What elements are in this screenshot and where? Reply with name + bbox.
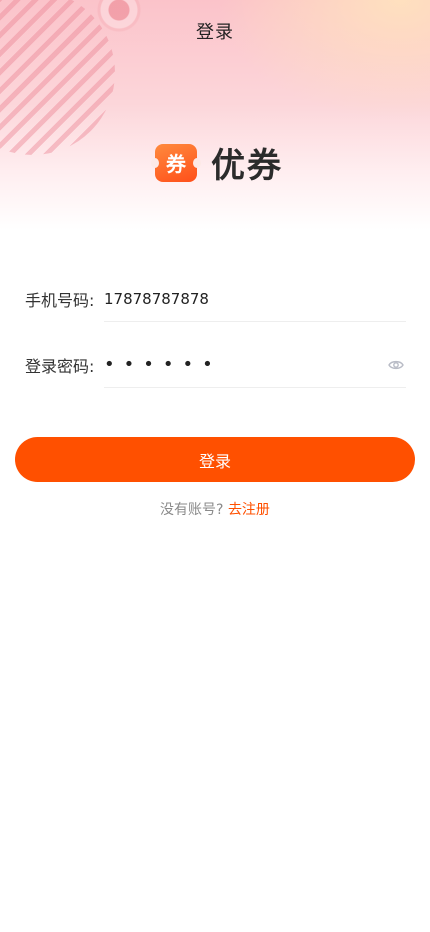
eye-icon[interactable] <box>388 357 404 373</box>
brand-logo: 券 优券 <box>151 138 283 187</box>
phone-input[interactable] <box>104 276 406 322</box>
phone-label: 手机号码: <box>25 291 95 310</box>
register-prompt: 没有账号? 去注册 <box>0 499 430 519</box>
page-title: 登录 <box>196 22 234 43</box>
password-masked-value: •••••• <box>104 353 222 375</box>
password-label: 登录密码: <box>25 357 95 376</box>
brand-badge-text: 券 <box>166 152 186 176</box>
password-input[interactable]: •••••• <box>104 342 406 388</box>
coupon-icon: 券 <box>151 143 201 182</box>
password-row: 登录密码: •••••• <box>25 342 406 388</box>
brand-name: 优券 <box>211 146 283 186</box>
register-link[interactable]: 去注册 <box>228 502 270 518</box>
register-prompt-text: 没有账号? <box>160 502 224 518</box>
login-button[interactable]: 登录 <box>15 437 415 482</box>
phone-row: 手机号码: <box>25 276 406 322</box>
